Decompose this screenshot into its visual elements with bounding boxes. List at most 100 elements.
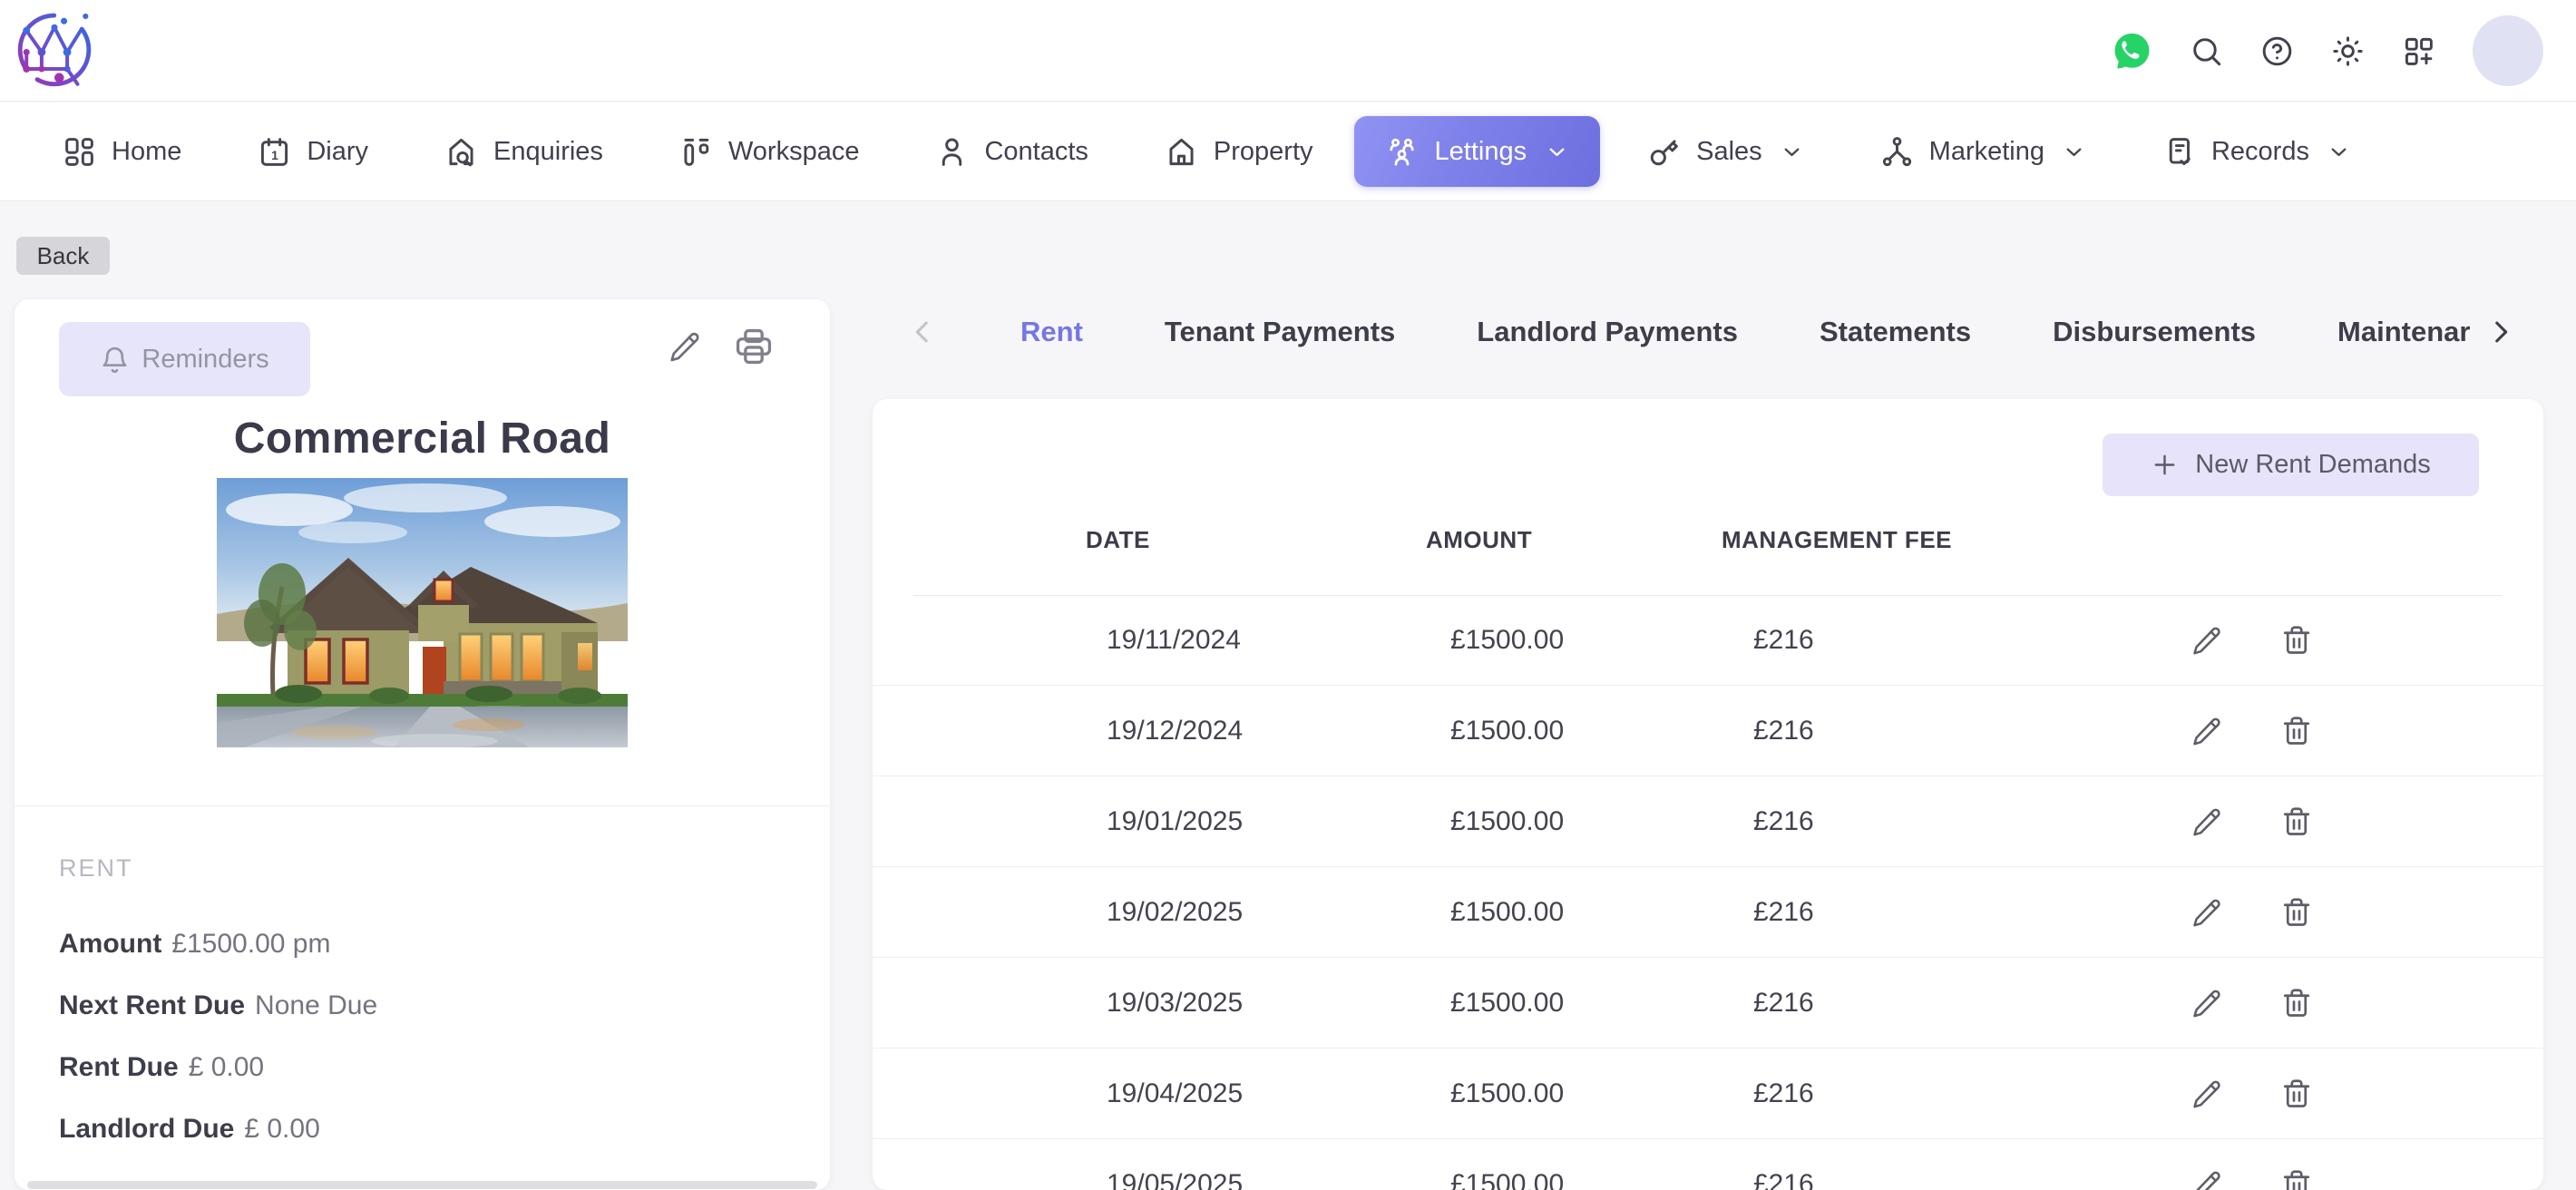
cell-amount: £1500.00 bbox=[1450, 624, 1565, 655]
edit-icon[interactable] bbox=[2191, 625, 2222, 656]
bell-icon bbox=[100, 345, 130, 375]
edit-property-icon[interactable] bbox=[668, 330, 701, 363]
cell-amount: £1500.00 bbox=[1450, 1078, 1565, 1108]
nav-item-lettings[interactable]: Lettings bbox=[1353, 116, 1601, 187]
rent-demands-card: New Rent Demands DATE AMOUNT MANAGEMENT … bbox=[873, 399, 2543, 1190]
chevron-down-icon bbox=[2327, 140, 2351, 164]
col-header-management-fee: MANAGEMENT FEE bbox=[1722, 526, 1952, 553]
cell-amount: £1500.00 bbox=[1450, 715, 1565, 746]
table-row: 19/02/2025 £1500.00 £216 bbox=[873, 867, 2543, 958]
delete-icon[interactable] bbox=[2280, 715, 2313, 747]
page-title: Commercial Road bbox=[233, 415, 611, 463]
nav-item-enquiries[interactable]: Enquiries bbox=[444, 135, 603, 169]
tab-rent[interactable]: Rent bbox=[1020, 316, 1083, 348]
tab-list: Rent Tenant Payments Landlord Payments S… bbox=[1020, 310, 2470, 354]
nav-item-sales[interactable]: Sales bbox=[1647, 135, 1804, 169]
field-rent-due: Rent Due £ 0.00 bbox=[59, 1052, 264, 1083]
help-icon[interactable] bbox=[2260, 34, 2294, 68]
chevron-left-icon[interactable] bbox=[907, 317, 938, 347]
tab-landlord-payments[interactable]: Landlord Payments bbox=[1477, 316, 1738, 348]
cell-fee: £216 bbox=[1753, 715, 1814, 746]
horizontal-scrollbar-thumb[interactable] bbox=[27, 1181, 817, 1189]
whatsapp-icon[interactable] bbox=[2112, 31, 2152, 72]
tab-statements[interactable]: Statements bbox=[1820, 316, 1971, 348]
back-label: Back bbox=[36, 241, 90, 269]
cell-amount: £1500.00 bbox=[1450, 1168, 1565, 1190]
calendar-icon: 1 bbox=[258, 135, 291, 169]
cell-date: 19/04/2025 bbox=[1107, 1078, 1244, 1108]
new-rent-demands-label: New Rent Demands bbox=[2195, 450, 2431, 479]
delete-icon[interactable] bbox=[2280, 805, 2313, 838]
property-photo bbox=[217, 478, 628, 747]
app-logo[interactable] bbox=[15, 5, 94, 93]
chevron-down-icon bbox=[1780, 140, 1804, 164]
cell-fee: £216 bbox=[1753, 805, 1814, 836]
field-label: Rent Due bbox=[59, 1052, 179, 1082]
col-header-amount: AMOUNT bbox=[1426, 526, 1533, 553]
edit-icon[interactable] bbox=[2191, 1169, 2222, 1190]
reminders-button[interactable]: Reminders bbox=[59, 322, 310, 396]
rent-section-label: RENT bbox=[59, 854, 133, 882]
edit-icon[interactable] bbox=[2191, 716, 2222, 746]
tab-disbursements[interactable]: Disbursements bbox=[2053, 316, 2256, 348]
cell-date: 19/11/2024 bbox=[1107, 624, 1241, 655]
cell-date: 19/05/2025 bbox=[1107, 1168, 1244, 1190]
new-rent-demands-button[interactable]: New Rent Demands bbox=[2103, 434, 2479, 496]
nav-item-workspace[interactable]: Workspace bbox=[679, 135, 860, 169]
print-icon[interactable] bbox=[734, 327, 774, 366]
nav-label: Diary bbox=[307, 136, 369, 166]
edit-icon[interactable] bbox=[2191, 988, 2222, 1019]
share-icon bbox=[1880, 135, 1914, 169]
nav-item-property[interactable]: Property bbox=[1165, 135, 1313, 169]
table-row: 19/05/2025 £1500.00 £216 bbox=[873, 1139, 2543, 1190]
field-value: £ 0.00 bbox=[188, 1052, 265, 1082]
nav-label: Sales bbox=[1696, 136, 1762, 166]
cell-amount: £1500.00 bbox=[1450, 805, 1565, 836]
cell-fee: £216 bbox=[1753, 624, 1814, 655]
nav-item-contacts[interactable]: Contacts bbox=[935, 135, 1088, 169]
kanban-icon bbox=[679, 135, 713, 169]
delete-icon[interactable] bbox=[2280, 987, 2313, 1019]
people-icon bbox=[1385, 135, 1419, 169]
cell-fee: £216 bbox=[1753, 896, 1814, 927]
apps-icon[interactable] bbox=[2402, 34, 2435, 68]
tab-maintenance[interactable]: Maintenar bbox=[2337, 316, 2470, 348]
field-value: £ 0.00 bbox=[244, 1114, 320, 1144]
nav-label: Records bbox=[2210, 136, 2309, 166]
delete-icon[interactable] bbox=[2280, 624, 2313, 657]
records-icon bbox=[2162, 135, 2196, 169]
svg-text:1: 1 bbox=[271, 148, 278, 162]
brightness-icon[interactable] bbox=[2331, 34, 2365, 68]
nav-item-diary[interactable]: 1 Diary bbox=[258, 135, 368, 169]
table-row: 19/01/2025 £1500.00 £216 bbox=[873, 776, 2543, 867]
delete-icon[interactable] bbox=[2280, 896, 2313, 929]
table-row: 19/03/2025 £1500.00 £216 bbox=[873, 958, 2543, 1049]
avatar[interactable] bbox=[2473, 15, 2543, 86]
nav-label: Workspace bbox=[727, 136, 860, 166]
tab-tenant-payments[interactable]: Tenant Payments bbox=[1165, 316, 1395, 348]
edit-icon[interactable] bbox=[2191, 897, 2222, 928]
col-header-date: DATE bbox=[1086, 526, 1150, 553]
edit-icon[interactable] bbox=[2191, 1078, 2222, 1109]
nav-item-records[interactable]: Records bbox=[2162, 135, 2351, 169]
field-landlord-due: Landlord Due £ 0.00 bbox=[59, 1114, 320, 1145]
nav-item-marketing[interactable]: Marketing bbox=[1880, 135, 2086, 169]
nav-item-home[interactable]: Home bbox=[63, 135, 181, 169]
nav-label: Enquiries bbox=[493, 136, 603, 166]
house-search-icon bbox=[444, 135, 478, 169]
topbar-actions bbox=[2112, 0, 2543, 102]
nav-label: Contacts bbox=[984, 136, 1088, 166]
back-button[interactable]: Back bbox=[16, 237, 110, 275]
chevron-down-icon bbox=[2062, 140, 2086, 164]
nav-label: Home bbox=[112, 136, 182, 166]
chevron-right-icon[interactable] bbox=[2485, 317, 2516, 347]
cell-date: 19/02/2025 bbox=[1107, 896, 1244, 927]
delete-icon[interactable] bbox=[2280, 1078, 2313, 1110]
delete-icon[interactable] bbox=[2280, 1168, 2313, 1190]
dashboard-icon bbox=[63, 135, 96, 169]
edit-icon[interactable] bbox=[2191, 806, 2222, 837]
cell-date: 19/12/2024 bbox=[1107, 715, 1244, 746]
lettings-tabs: Rent Tenant Payments Landlord Payments S… bbox=[873, 310, 2543, 354]
cell-amount: £1500.00 bbox=[1450, 896, 1565, 927]
search-icon[interactable] bbox=[2190, 34, 2223, 68]
